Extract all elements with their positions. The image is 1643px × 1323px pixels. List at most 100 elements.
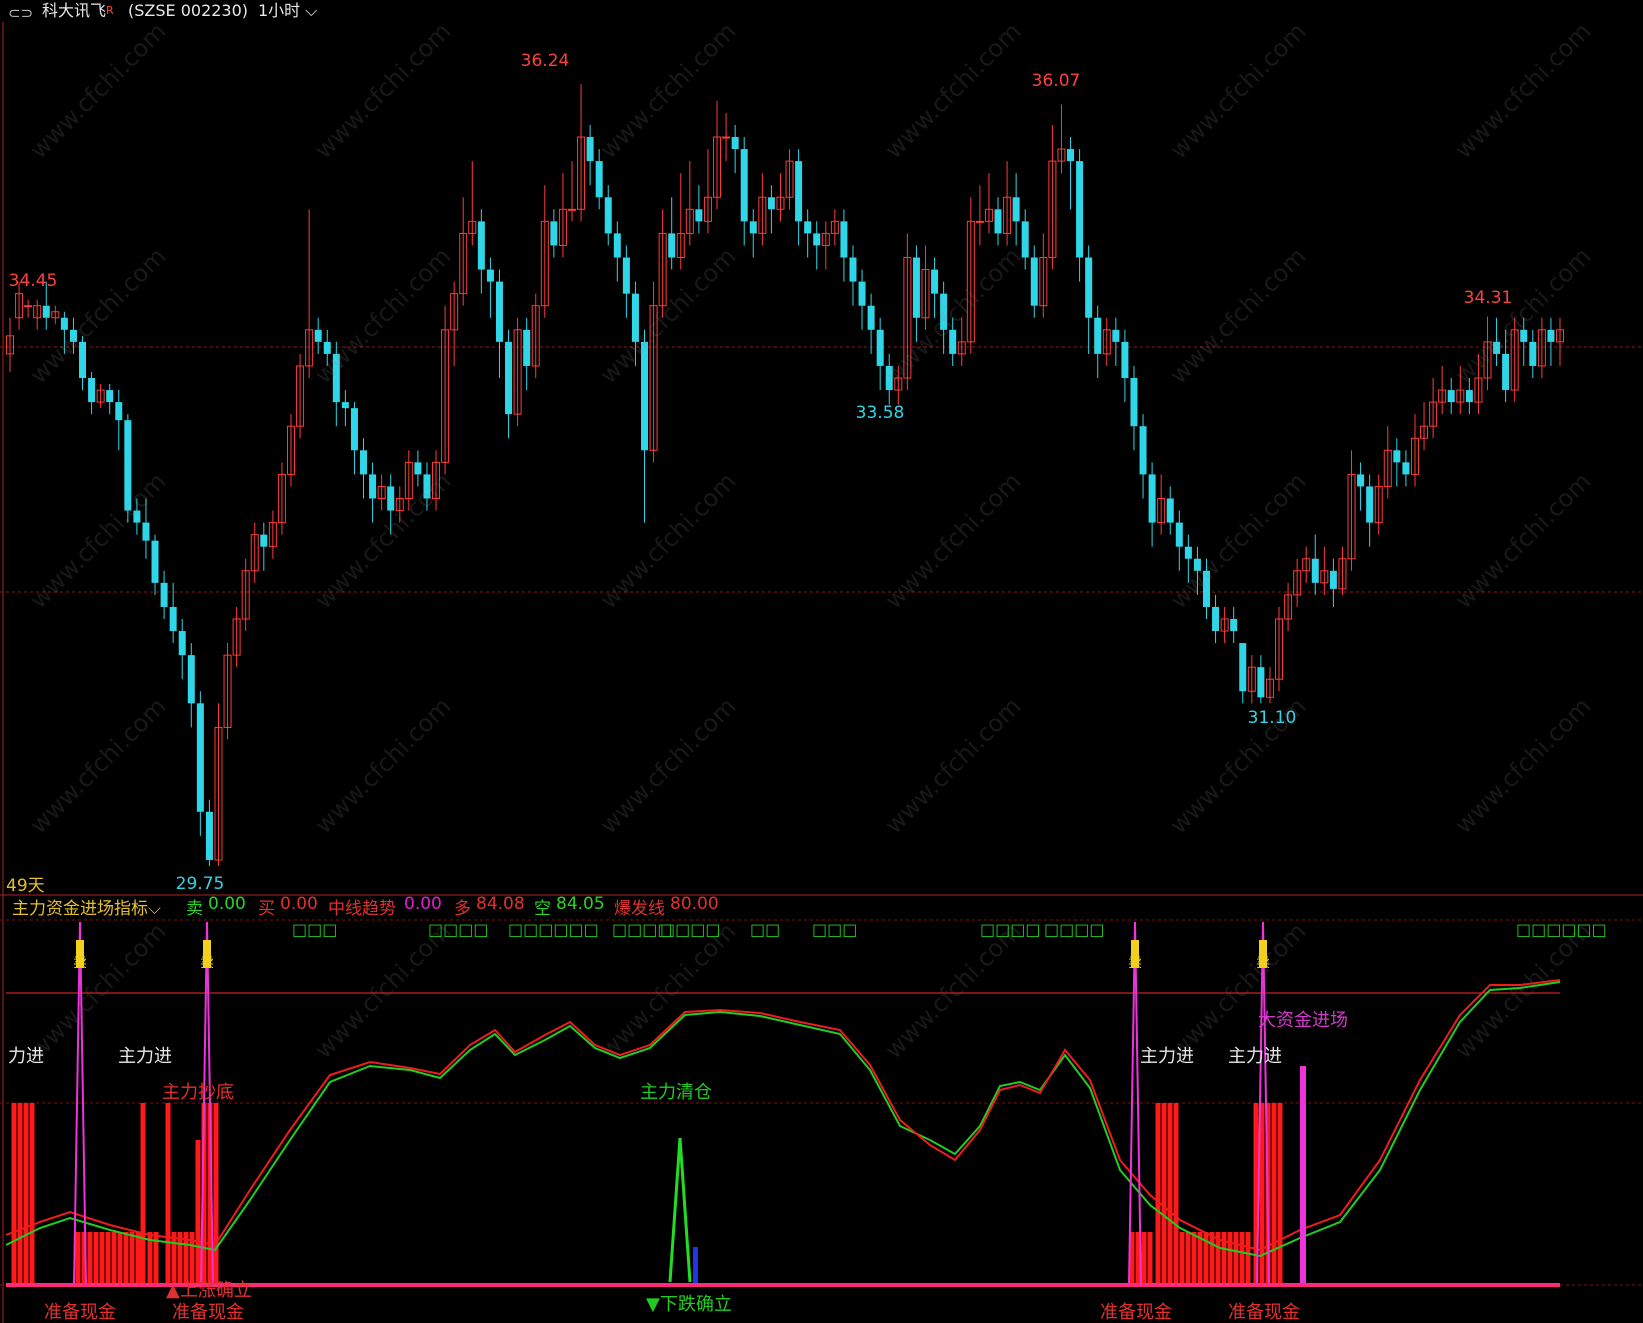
histogram-bar [1179,1232,1185,1285]
candle-body [1067,149,1075,162]
green-box-group: □□ [750,920,780,939]
histogram-bar [1185,1232,1191,1285]
histogram-bar [165,1103,171,1285]
ann-prepare-cash: 准备现金 [1100,1302,1172,1323]
watermark: www.cfchi.com [594,917,741,1064]
candle-body [613,233,621,258]
candle-body [867,305,875,330]
blue-bar [693,1247,698,1285]
histogram-bar [117,1232,123,1285]
candle-body [550,221,558,246]
histogram-bar [1227,1232,1233,1285]
indicator-title[interactable]: 主力资金进场指标⌵ [12,894,161,919]
candle-body [1357,474,1365,487]
candle-body [1502,353,1510,391]
candle-body [912,257,920,318]
histogram-bar [1147,1232,1153,1285]
candle-body [24,305,33,308]
candle-body [115,402,123,421]
candle-body [722,136,731,139]
price-chart[interactable]: 36.2436.0734.4534.3133.5831.1029.75www.c… [0,0,1643,1323]
buy-name: 买 [258,899,275,919]
histogram-bar [75,1232,81,1285]
short-value: 84.05 [556,894,605,914]
histogram-bar [1245,1232,1251,1285]
watermark: www.cfchi.com [309,917,456,1064]
candle-body [586,137,594,162]
histogram-bar [1161,1103,1167,1285]
candle-body [1094,317,1102,354]
long-name: 多 [454,899,471,919]
histogram-bar [11,1103,17,1285]
histogram-bar [1277,1103,1283,1285]
candle-body [804,221,812,234]
sell-char: 卖 [200,955,214,971]
candle-body [849,257,857,282]
candle-body [1329,570,1337,589]
candle-body [169,606,177,632]
green-box-group: □□□□ [980,920,1040,939]
days-label: 49天 [6,876,45,896]
candle-body [360,450,368,475]
short-name: 空 [534,899,551,919]
histogram-bar [195,1140,201,1285]
candle-body [1175,522,1183,547]
price-label-high: 34.31 [1464,288,1513,308]
ann-main-in: 力进 [8,1046,44,1067]
candles-group [6,84,1564,866]
histogram-bar [171,1232,177,1285]
candle-body [187,655,195,704]
watermark: www.cfchi.com [1449,17,1596,164]
candle-body [931,269,939,294]
candle-body [731,137,739,150]
candle-body [414,462,422,475]
watermark: www.cfchi.com [879,917,1026,1064]
price-label-low: 29.75 [176,874,225,894]
watermark: www.cfchi.com [879,692,1026,839]
candle-body [1021,221,1029,258]
candle-body [495,281,503,342]
chevron-down-icon: ⌵ [148,899,161,919]
candle-body [196,703,204,812]
candle-body [477,221,485,270]
histogram-bar [87,1232,93,1285]
long-value: 84.08 [476,894,525,914]
green-box-group: □□□□□□ [508,920,599,939]
candle-body [1121,341,1129,379]
candle-body [1139,426,1147,475]
candle-body [1012,197,1020,222]
sell-value: 0.00 [208,894,246,914]
ann-big-fund: 大资金进场 [1258,1010,1348,1031]
histogram-bar [140,1103,146,1285]
candle-body [1465,390,1473,403]
candle-body [151,540,159,583]
candle-body [994,209,1002,234]
ann-rise-confirmed: ▲上涨确立 [166,1280,252,1301]
histogram-bar [23,1103,29,1285]
candle-body [1311,558,1319,583]
price-label-high: 36.24 [521,51,570,71]
burst-value: 80.00 [670,894,719,914]
candle-body [1166,498,1174,523]
candle-body [1447,390,1455,403]
watermark: www.cfchi.com [594,242,741,389]
candle-body [1529,341,1537,366]
green-box-group: □□□□ [428,920,488,939]
watermark: www.cfchi.com [309,692,456,839]
candle-body [975,220,984,223]
candle-body [106,390,114,403]
watermark: www.cfchi.com [1164,17,1311,164]
ann-main-in: 主力进 [1228,1046,1282,1067]
candle-body [314,329,322,342]
watermark: www.cfchi.com [594,692,741,839]
candle-body [1257,667,1265,698]
candle-body [1230,618,1238,632]
candle-body [42,305,50,318]
candle-body [142,522,150,541]
candle-body [740,149,748,222]
histogram-bar [1233,1232,1239,1285]
candle-body [668,233,676,258]
ann-fall-confirmed: ▼下跌确立 [646,1294,732,1315]
price-label-high: 36.07 [1032,71,1081,91]
candle-body [840,221,848,258]
